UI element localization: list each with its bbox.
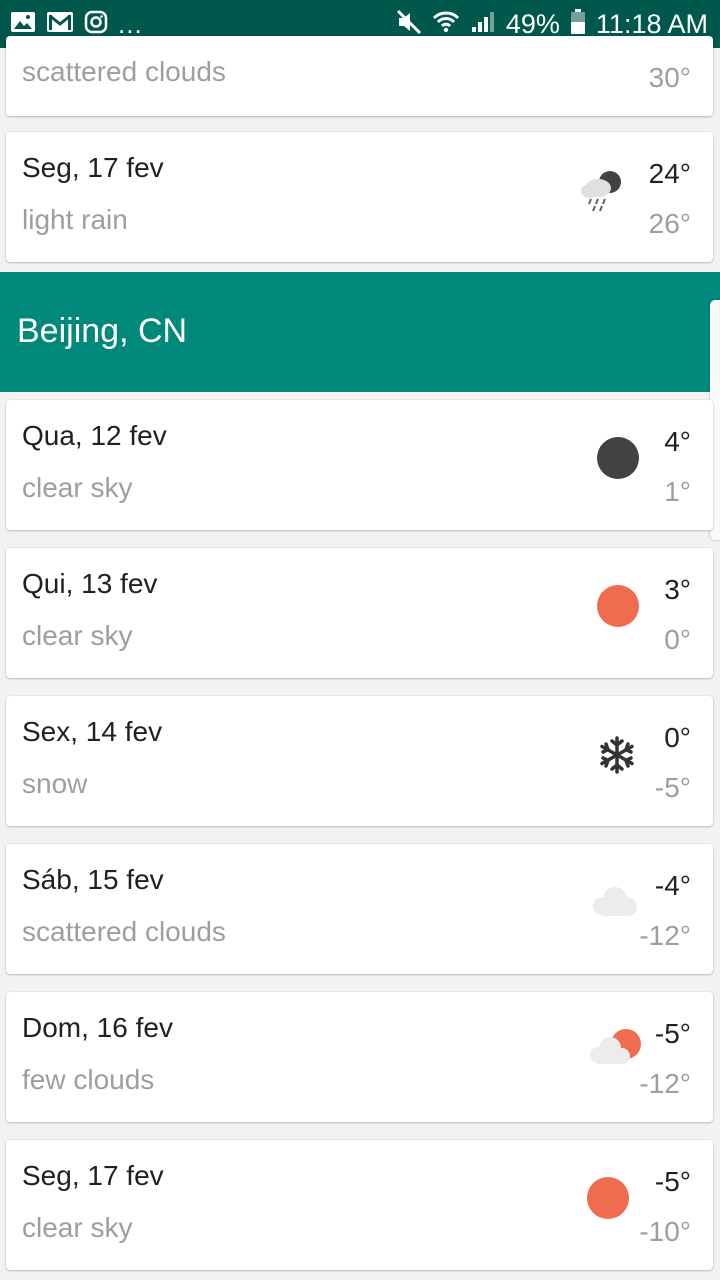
- battery-percent: 49%: [505, 8, 560, 39]
- sun-icon: [596, 584, 640, 633]
- weather-description: clear sky: [22, 1212, 133, 1243]
- forecast-card[interactable]: Qua, 12 fev clear sky 4° 1°: [6, 400, 713, 530]
- forecast-card[interactable]: Seg, 17 fev clear sky -5° -10°: [6, 1140, 713, 1270]
- signal-icon: [470, 10, 496, 39]
- max-temperature: -4°: [654, 870, 691, 901]
- wifi-icon: [432, 9, 460, 40]
- forecast-card[interactable]: scattered clouds 30°: [6, 36, 713, 116]
- min-temperature: -12°: [639, 920, 691, 951]
- clear-night-icon: [596, 436, 640, 485]
- weather-description: clear sky: [22, 472, 133, 503]
- weather-description: scattered clouds: [22, 56, 226, 87]
- more-notifications: ...: [118, 8, 143, 39]
- max-temperature: -5°: [654, 1018, 691, 1049]
- max-temperature: 3°: [664, 574, 691, 605]
- min-temperature: 26°: [648, 208, 691, 239]
- forecast-date: Qui, 13 fev: [22, 568, 158, 599]
- gallery-icon: [10, 10, 36, 39]
- forecast-card[interactable]: Qui, 13 fev clear sky 3° 0°: [6, 548, 713, 678]
- forecast-date: Sáb, 15 fev: [22, 864, 164, 895]
- weather-description: clear sky: [22, 620, 133, 651]
- weather-description: few clouds: [22, 1064, 155, 1095]
- forecast-date: Sex, 14 fev: [22, 716, 163, 747]
- min-temperature: -5°: [654, 772, 691, 803]
- city-header[interactable]: Beijing, CN: [0, 272, 720, 392]
- max-temperature: 0°: [664, 722, 691, 753]
- weather-description: scattered clouds: [22, 916, 226, 947]
- battery-icon: [570, 8, 586, 40]
- cloud-icon: [588, 882, 642, 927]
- forecast-date: Qua, 12 fev: [22, 420, 167, 451]
- forecast-date: Dom, 16 fev: [22, 1012, 173, 1043]
- min-temperature: -12°: [639, 1068, 691, 1099]
- max-temperature: -5°: [654, 1166, 691, 1197]
- min-temperature: -10°: [639, 1216, 691, 1247]
- forecast-date: Seg, 17 fev: [22, 152, 164, 183]
- mute-icon: [396, 9, 422, 40]
- forecast-card[interactable]: Seg, 17 fev light rain 24° 26°: [6, 132, 713, 262]
- snowflake-icon: [598, 736, 636, 779]
- clock: 11:18 AM: [595, 8, 708, 39]
- sun-icon: [586, 1176, 630, 1225]
- weather-description: snow: [22, 768, 88, 799]
- forecast-card[interactable]: Sex, 14 fev snow 0° -5°: [6, 696, 713, 826]
- forecast-card[interactable]: Dom, 16 fev few clouds -5° -12°: [6, 992, 713, 1122]
- few-clouds-icon: [584, 1026, 644, 1075]
- gmail-icon: [46, 10, 74, 39]
- min-temperature: 30°: [648, 62, 691, 93]
- instagram-icon: [84, 10, 108, 39]
- max-temperature: 24°: [648, 158, 691, 189]
- rain-night-icon: [578, 166, 630, 219]
- min-temperature: 1°: [664, 476, 691, 507]
- forecast-card[interactable]: Sáb, 15 fev scattered clouds -4° -12°: [6, 844, 713, 974]
- max-temperature: 4°: [664, 426, 691, 457]
- city-name: Beijing, CN: [17, 312, 188, 350]
- weather-description: light rain: [22, 204, 128, 235]
- min-temperature: 0°: [664, 624, 691, 655]
- forecast-date: Seg, 17 fev: [22, 1160, 164, 1191]
